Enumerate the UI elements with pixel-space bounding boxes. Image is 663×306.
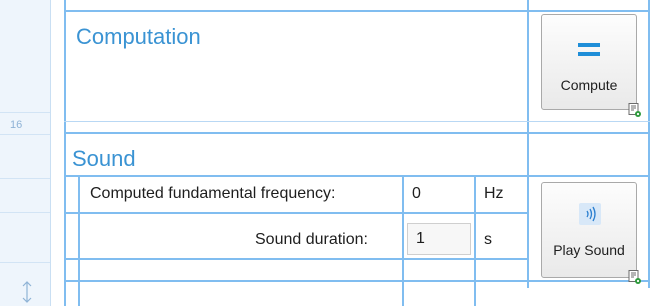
row-number: 16 — [10, 119, 23, 131]
grid-line — [527, 0, 529, 288]
grid-line — [64, 10, 650, 12]
grid-line — [64, 212, 528, 214]
sound-title: Sound — [72, 146, 136, 171]
play-sound-label: Play Sound — [553, 242, 625, 258]
row-gutter — [0, 0, 51, 306]
document-eye-icon[interactable] — [628, 103, 642, 117]
grid-line — [474, 175, 476, 306]
grid-line — [64, 280, 650, 282]
grid-line — [64, 175, 650, 177]
gutter-divider — [0, 178, 50, 179]
computation-title: Computation — [76, 24, 201, 49]
gutter-divider — [0, 212, 50, 213]
duration-input[interactable]: 1 — [407, 223, 471, 255]
grid-line — [648, 0, 650, 288]
frequency-unit: Hz — [484, 185, 504, 202]
duration-label: Sound duration: — [255, 231, 368, 248]
gutter-divider — [0, 262, 50, 263]
grid-line — [64, 0, 66, 306]
compute-button[interactable]: Compute — [541, 14, 637, 110]
frequency-value: 0 — [412, 185, 421, 202]
frequency-label: Computed fundamental frequency: — [90, 185, 336, 202]
sound-waves-icon — [579, 203, 601, 225]
compute-button-label: Compute — [560, 77, 618, 93]
duration-unit: s — [484, 231, 492, 248]
gutter-divider — [0, 112, 50, 113]
vertical-resize-icon[interactable] — [22, 281, 32, 303]
document-eye-icon[interactable] — [628, 270, 642, 284]
grid-line — [402, 175, 404, 306]
play-sound-button[interactable]: Play Sound — [541, 182, 637, 278]
grid-line — [64, 121, 650, 122]
grid-line — [64, 258, 528, 260]
grid-line — [78, 175, 80, 306]
grid-line — [64, 132, 650, 134]
gutter-divider — [0, 134, 50, 135]
